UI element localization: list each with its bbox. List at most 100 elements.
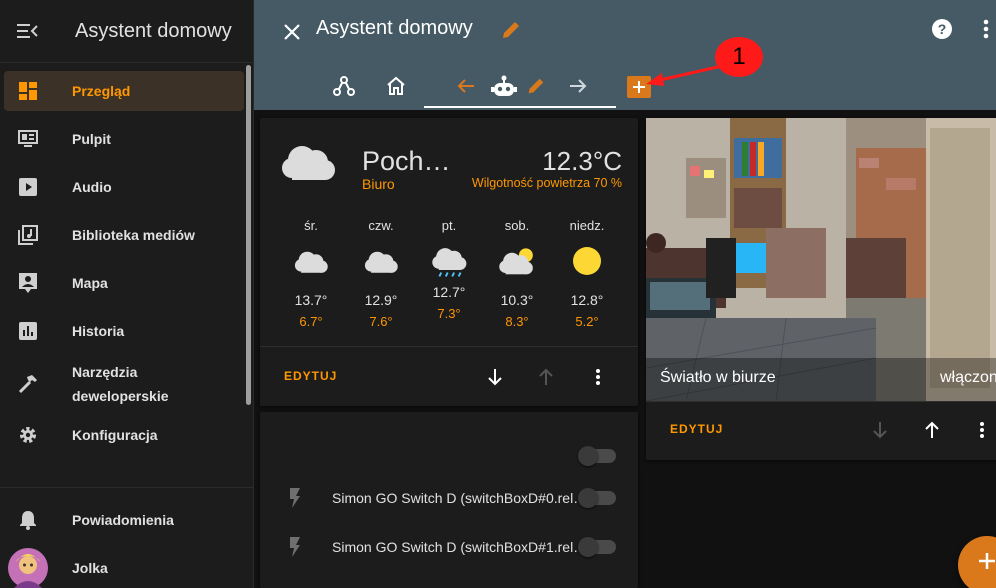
arrow-left-icon: [457, 79, 474, 93]
sidebar-item-label: Konfiguracja: [72, 427, 158, 443]
dots-vertical-icon: [596, 369, 600, 385]
account-map-icon: [19, 273, 37, 293]
close-edit-button[interactable]: [280, 20, 304, 44]
active-tab-indicator: [424, 106, 616, 108]
entity-row: [260, 436, 638, 476]
flash-icon: [290, 488, 300, 508]
label-line-1: Narzędzia: [72, 364, 138, 380]
forecast-day: czw. 12.9° 7.6°: [346, 218, 416, 329]
edit-view-button[interactable]: [524, 68, 548, 104]
graph-icon: [333, 76, 355, 96]
forecast-high: 12.9°: [364, 292, 398, 308]
flash-icon: [290, 537, 300, 557]
sidebar-item-label: Przegląd: [72, 83, 131, 99]
sidebar-scrollbar[interactable]: [246, 65, 251, 405]
sidebar-item-audio[interactable]: Audio: [4, 167, 244, 207]
forecast-day: śr. 13.7° 6.7°: [276, 218, 346, 329]
home-icon: [387, 76, 405, 95]
edit-toolbar: Asystent domowy ?: [254, 0, 996, 110]
help-icon: ?: [932, 19, 952, 39]
callout-badge: 1: [715, 37, 763, 77]
label-line-2: deweloperskie: [72, 388, 169, 404]
entity-toggle[interactable]: [578, 537, 616, 557]
edit-card-button[interactable]: EDYTUJ: [284, 369, 337, 383]
overflow-menu-button[interactable]: [982, 18, 996, 42]
forecast-high: 12.8°: [570, 292, 604, 308]
sidebar-item-label: Historia: [72, 323, 125, 339]
camera-image[interactable]: Światło w biurze włączone: [646, 118, 996, 401]
forecast-low: 8.3°: [505, 314, 529, 329]
sidebar-item-narzedzia[interactable]: Narzędzia deweloperskie: [4, 358, 244, 410]
forecast-day: pt. 12.7° 7.3°: [414, 218, 484, 321]
forecast-day-name: pt.: [441, 218, 457, 233]
menu-open-icon: [17, 24, 38, 38]
menu-toggle-button[interactable]: [0, 0, 56, 63]
help-button[interactable]: ?: [931, 18, 955, 42]
avatar: [8, 548, 48, 588]
sidebar-item-powiadomienia[interactable]: Powiadomienia: [4, 500, 244, 540]
edit-card-button[interactable]: EDYTUJ: [670, 422, 723, 436]
entity-toggle[interactable]: [578, 446, 616, 466]
card-menu-button[interactable]: [586, 365, 610, 389]
move-card-up-button[interactable]: [534, 365, 558, 389]
picture-card[interactable]: Światło w biurze włączone EDYTUJ: [646, 118, 996, 460]
sunny-icon: [573, 247, 601, 275]
move-view-left-button[interactable]: [454, 68, 478, 104]
arrow-up-icon: [925, 421, 939, 438]
forecast-low: 7.3°: [437, 306, 461, 321]
arrow-down-icon: [488, 369, 502, 386]
monitor-dashboard-icon: [18, 130, 38, 147]
sidebar-item-label: Mapa: [72, 275, 108, 291]
forecast-low: 7.6°: [369, 314, 393, 329]
entities-card[interactable]: Simon GO Switch D (switchBoxD#0.rel… Sim…: [260, 412, 638, 588]
picture-caption: Światło w biurze włączone: [646, 358, 996, 401]
chart-bar-icon: [19, 322, 37, 340]
tab-robot[interactable]: [488, 68, 520, 104]
forecast-day-name: śr.: [304, 218, 318, 233]
weather-card[interactable]: Poch… Biuro 12.3°C Wilgotność powietrza …: [260, 118, 638, 406]
move-card-up-button[interactable]: [920, 418, 944, 442]
sidebar-item-label: Biblioteka mediów: [72, 227, 195, 243]
page-title: Asystent domowy: [316, 17, 473, 39]
cog-icon: [20, 427, 36, 443]
arrow-down-icon: [873, 422, 887, 439]
sidebar-item-konfiguracja[interactable]: Konfiguracja: [4, 415, 244, 455]
sidebar-item-mapa[interactable]: Mapa: [4, 263, 244, 303]
move-card-down-button[interactable]: [483, 365, 507, 389]
tab-home[interactable]: [382, 68, 410, 104]
dashboard-icon: [19, 82, 37, 100]
sidebar-item-label: Narzędzia deweloperskie: [72, 360, 169, 408]
hammer-icon: [18, 375, 37, 394]
robot-icon: [491, 75, 517, 96]
play-box-icon: [19, 178, 37, 196]
sidebar: Asystent domowy Przegląd Pulpit Audio Bi…: [0, 0, 254, 588]
svg-text:?: ?: [938, 21, 947, 37]
entity-name[interactable]: Simon GO Switch D (switchBoxD#1.rel…: [332, 539, 584, 555]
move-view-right-button[interactable]: [566, 68, 590, 104]
sidebar-item-label: Pulpit: [72, 131, 111, 147]
partly-cloudy-icon: [499, 248, 533, 275]
sidebar-item-biblioteka[interactable]: Biblioteka mediów: [4, 215, 244, 255]
picture-state: włączone: [940, 369, 996, 386]
forecast-high: 12.7°: [432, 284, 466, 300]
card-menu-button[interactable]: [970, 418, 994, 442]
edit-title-button[interactable]: [500, 19, 524, 43]
entity-row: Simon GO Switch D (switchBoxD#0.rel…: [260, 478, 638, 518]
sidebar-item-przeglad[interactable]: Przegląd: [4, 71, 244, 111]
weather-humidity: Wilgotność powietrza 70 %: [471, 176, 622, 190]
card-actions: EDYTUJ: [260, 346, 638, 406]
move-card-down-button[interactable]: [868, 418, 892, 442]
forecast-day-name: sob.: [504, 218, 530, 233]
sidebar-item-pulpit[interactable]: Pulpit: [4, 119, 244, 159]
pencil-icon: [528, 78, 544, 94]
sidebar-item-historia[interactable]: Historia: [4, 311, 244, 351]
tab-graph[interactable]: [330, 68, 358, 104]
dots-vertical-icon: [980, 422, 984, 438]
media-library-icon: [18, 225, 38, 245]
dots-vertical-icon: [983, 19, 989, 39]
weather-temperature: 12.3°C: [542, 146, 622, 176]
entity-toggle[interactable]: [578, 488, 616, 508]
forecast-day: niedz. 12.8° 5.2°: [552, 218, 622, 329]
entity-name[interactable]: Simon GO Switch D (switchBoxD#0.rel…: [332, 490, 584, 506]
sidebar-item-profile[interactable]: Jolka: [4, 548, 244, 588]
